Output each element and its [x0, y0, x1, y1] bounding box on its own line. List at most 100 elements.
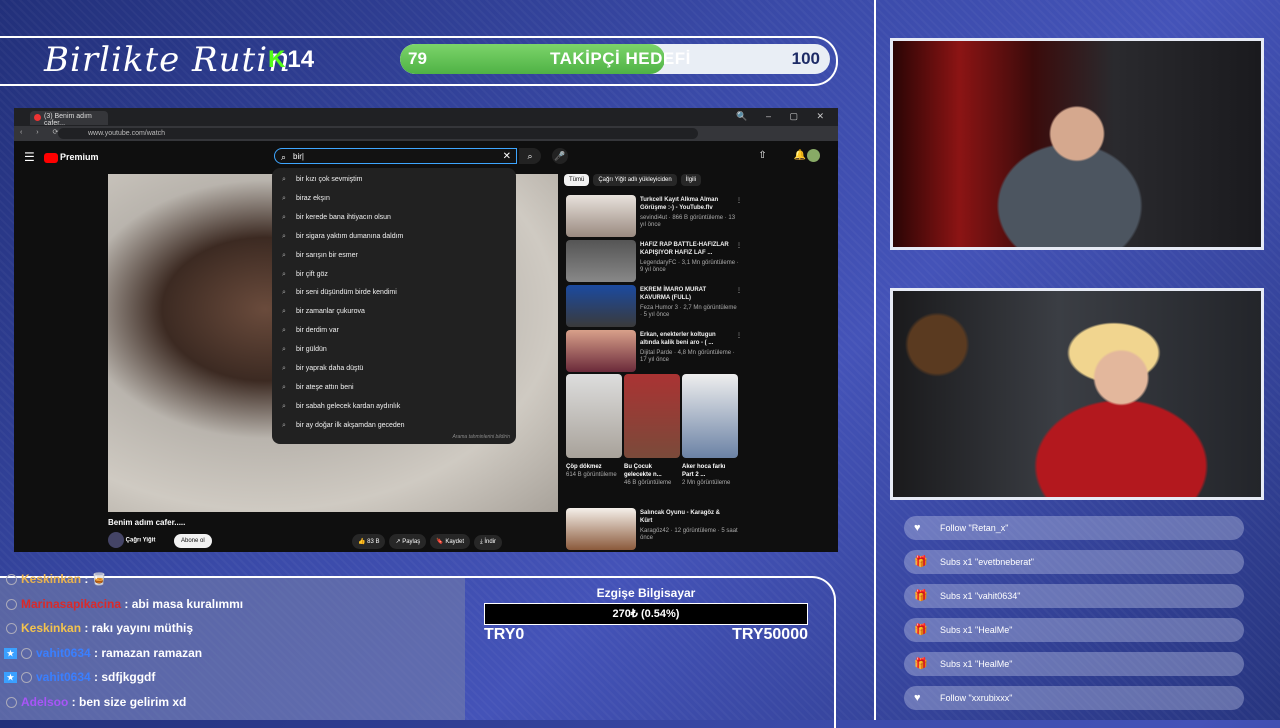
search-suggestion[interactable]: ⌕ biraz ekşın [282, 195, 330, 203]
gift-icon: 🎁 [914, 624, 928, 636]
donation-max: TRY50000 [732, 626, 808, 643]
streamer-webcam [890, 38, 1264, 250]
event-text: Follow "Retan_x" [940, 523, 1009, 533]
chat-message: Keskinkan : rakı yayını müthiş [4, 621, 193, 635]
search-suggestion[interactable]: ⌕ bir ay doğar ilk akşamdan geceden [282, 422, 405, 430]
search-icon: ⌕ [282, 421, 286, 429]
browser-window: (3) Benim adım cafer... 🔍 – ▢ ✕ ‹ › ⟳ ww… [14, 108, 838, 552]
event-text: Subs x1 "HealMe" [940, 659, 1013, 669]
gift-icon: 🎁 [914, 556, 928, 568]
subscribe-button[interactable]: Abone ol [174, 534, 212, 548]
search-suggestion[interactable]: ⌕ bir seni düşündüm birde kendimi [282, 289, 397, 297]
related-meta: LegendaryFC · 3,1 Mn görüntüleme · 9 yıl… [640, 260, 739, 273]
more-icon[interactable]: ⋮ [736, 242, 742, 249]
url-field[interactable]: www.youtube.com/watch [58, 128, 698, 139]
gift-icon: 🎁 [914, 590, 928, 602]
related-video-item[interactable]: Salıncak Oyunu - Karagöz & Kürt Karagöz4… [566, 508, 746, 550]
short-thumb[interactable] [682, 374, 738, 458]
share-button[interactable]: ↗ Paylaş [389, 534, 427, 549]
related-meta: Dijital Parde · 4,8 Mn görüntüleme · 17 … [640, 350, 735, 363]
chip-related[interactable]: İlgili [680, 174, 702, 186]
chip-all[interactable]: Tümü [564, 174, 590, 186]
chat-username: Marinasapikacina [21, 596, 122, 611]
clear-icon[interactable]: ✕ [503, 149, 511, 165]
short-thumb[interactable] [624, 374, 680, 458]
download-button[interactable]: ⤓ İndir [474, 535, 503, 550]
heart-icon: ♥ [914, 692, 921, 704]
related-meta: Feza Humor 3 · 2,7 Mn görüntüleme · 5 yı… [640, 305, 737, 318]
search-icon: ⌕ [282, 402, 286, 410]
chat-status-icon [6, 598, 17, 610]
browser-tab[interactable]: (3) Benim adım cafer... [30, 111, 108, 127]
search-button[interactable]: ⌕ [519, 148, 541, 164]
youtube-logo[interactable]: Premium [44, 152, 99, 163]
search-suggestion[interactable]: ⌕ bir güldün [282, 346, 327, 354]
more-icon[interactable]: ⋮ [736, 332, 742, 339]
chat-text: : 🥃 [81, 572, 107, 586]
youtube-play-icon [44, 152, 58, 163]
search-icon: ⌕ [281, 152, 287, 162]
search-suggestion[interactable]: ⌕ bir ateşe attın beni [282, 384, 354, 392]
kick-count: 14 [287, 46, 315, 73]
chip-uploader[interactable]: Çağrı Yiğit adlı yükleyiciden [593, 174, 677, 186]
event-text: Subs x1 "vahit0634" [940, 591, 1021, 601]
chat-status-icon [6, 623, 17, 635]
search-suggestion[interactable]: ⌕ bir kerede bana ihtiyacın olsun [282, 214, 391, 222]
search-suggestion[interactable]: ⌕ bir sigara yaktım dumanına daldım [282, 233, 403, 241]
chat-message: ★ vahit0634 : ramazan ramazan [4, 646, 202, 660]
sub-badge-icon: ★ [4, 647, 17, 659]
short-caption: Çöp dökmez 614 B görüntüleme [566, 464, 617, 478]
search-suggestion[interactable]: ⌕ bir yaprak daha düştü [282, 365, 363, 373]
mic-icon[interactable]: 🎤 [552, 148, 568, 164]
more-icon[interactable]: ⋮ [736, 287, 742, 294]
brand-title: Birlikte Rutin [44, 40, 291, 80]
short-thumb[interactable] [566, 374, 622, 458]
chat-username: Keskinkan [21, 572, 82, 586]
search-icon: ⌕ [282, 308, 286, 316]
chat-status-icon [21, 672, 32, 684]
search-icon: ⌕ [282, 176, 286, 183]
event-item: ♥ Follow "xxrubixxx" [904, 686, 1244, 710]
search-suggestion[interactable]: ⌕ bir derdim var [282, 327, 339, 335]
related-title: Erkan, enekterler koltugun altında kalik… [640, 332, 716, 346]
window-controls[interactable]: 🔍 – ▢ ✕ [736, 111, 832, 122]
like-button[interactable]: 👍 83 B [352, 534, 386, 549]
short-caption: Bu Çocuk gelecekte n... 46 B görüntüleme [624, 464, 672, 486]
search-icon: ⌕ [282, 365, 286, 372]
related-video-item[interactable]: Turkcell Kayıt Alkma Alman Görüşme :-) -… [566, 195, 746, 237]
donation-amount: 270₺ (0.54%) [484, 603, 808, 625]
event-item: ♥ Follow "Retan_x" [904, 516, 1244, 540]
channel-name: Çağrı Yiğit [125, 537, 156, 544]
event-text: Subs x1 "HealMe" [940, 625, 1013, 635]
related-video-item[interactable]: EKREM İMARO MURAT KAVURMA (FULL) Feza Hum… [566, 285, 746, 327]
tab-strip: (3) Benim adım cafer... 🔍 – ▢ ✕ [14, 108, 838, 127]
youtube-header: ☰ Premium ⌕ bir| ✕ ⌕ 🎤 ⇧ 🔔 [14, 141, 838, 171]
search-suggestion[interactable]: ⌕ bir sarışın bir esmer [282, 252, 358, 260]
channel-info[interactable]: Çağrı Yiğit [108, 532, 155, 548]
search-icon: ⌕ [282, 383, 286, 391]
search-value: bir| [293, 152, 304, 161]
search-icon: ⌕ [282, 232, 286, 240]
search-input[interactable]: ⌕ bir| ✕ [274, 148, 517, 164]
related-video-item[interactable]: HAFIZ RAP BATTLE-HAFIZLAR KAPIŞIYOR HAFI… [566, 240, 746, 282]
avatar[interactable] [807, 149, 820, 162]
chat-text: : sdfjkggdf [90, 670, 156, 684]
search-icon: ⌕ [282, 289, 286, 297]
event-item: 🎁 Subs x1 "vahit0634" [904, 584, 1244, 608]
chat-username: vahit0634 [36, 670, 91, 684]
video-thumbnail [566, 330, 636, 372]
search-suggestion[interactable]: ⌕ bir çift göz [282, 271, 328, 279]
report-predictions-link[interactable]: Arama tahminlerini bildirin [452, 434, 510, 440]
search-suggestion[interactable]: ⌕ bir kızı çok sevmiştim [282, 176, 363, 184]
video-thumbnail [566, 285, 636, 327]
event-item: 🎁 Subs x1 "HealMe" [904, 652, 1244, 676]
shorts-row [566, 374, 742, 458]
save-button[interactable]: 🔖 Kaydet [430, 534, 471, 549]
more-icon[interactable]: ⋮ [736, 197, 742, 204]
search-suggestion[interactable]: ⌕ bir sabah gelecek kardan aydınlık [282, 403, 400, 411]
menu-icon[interactable]: ☰ [24, 150, 35, 164]
chat-status-icon [6, 574, 17, 586]
related-video-item[interactable]: Erkan, enekterler koltugun altında kalik… [566, 330, 746, 372]
chat-status-icon [21, 647, 32, 659]
search-suggestion[interactable]: ⌕ bir zamanlar çukurova [282, 308, 365, 316]
